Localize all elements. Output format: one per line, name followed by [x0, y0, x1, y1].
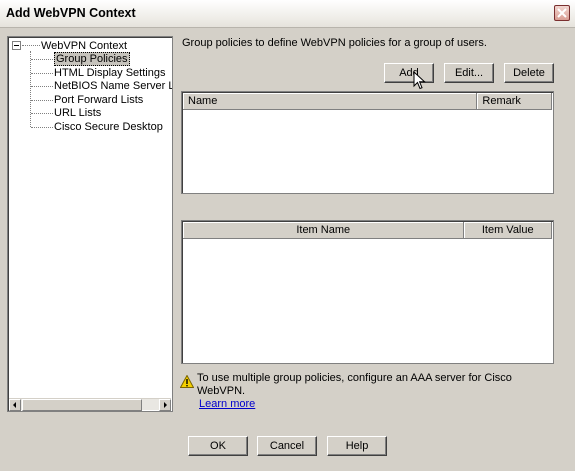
scrollbar-thumb[interactable] [22, 399, 142, 411]
window-title: Add WebVPN Context [6, 6, 136, 20]
tree-item-label: Cisco Secure Desktop [54, 121, 163, 133]
tree-root-label: WebVPN Context [41, 40, 128, 52]
tree-item-label: NetBIOS Name Server Lis [54, 80, 173, 92]
tree-item-html-display-settings[interactable]: HTML Display Settings [54, 67, 165, 80]
arrow-right-icon [164, 402, 167, 408]
warning-text: To use multiple group policies, configur… [197, 372, 512, 397]
horizontal-scrollbar[interactable] [9, 398, 171, 411]
tree-connector [31, 86, 53, 87]
help-button[interactable]: Help [327, 436, 387, 456]
tree-connector [31, 59, 53, 60]
scroll-left-button[interactable] [9, 399, 21, 411]
title-bar: Add WebVPN Context [0, 0, 575, 28]
edit-button[interactable]: Edit... [444, 63, 494, 83]
warning-icon [180, 375, 194, 388]
policy-items-table[interactable]: Item Name Item Value [181, 220, 554, 364]
tree-item-group-policies[interactable]: Group Policies [54, 52, 130, 66]
navigation-tree[interactable]: WebVPN Context Group Policies HTML Displ… [7, 36, 173, 412]
table-header: Item Name Item Value [183, 222, 552, 239]
scroll-right-button[interactable] [159, 399, 171, 411]
mouse-pointer-icon [413, 71, 426, 90]
tree-connector [30, 51, 31, 127]
tree-item-cisco-secure-desktop[interactable]: Cisco Secure Desktop [54, 121, 163, 134]
ok-button[interactable]: OK [188, 436, 248, 456]
arrow-left-icon [13, 402, 16, 408]
tree-item-label: Port Forward Lists [54, 94, 144, 106]
tree-item-url-lists[interactable]: URL Lists [54, 107, 101, 120]
tree-item-label: Group Policies [54, 52, 130, 66]
tree-item-label: HTML Display Settings [54, 67, 166, 79]
tree-item-port-forward-lists[interactable]: Port Forward Lists [54, 94, 143, 107]
delete-button[interactable]: Delete [504, 63, 554, 83]
collapse-toggle-icon[interactable] [12, 41, 21, 50]
cancel-button[interactable]: Cancel [257, 436, 317, 456]
tree-connector [31, 100, 53, 101]
tree-item-label: URL Lists [54, 107, 102, 119]
tree-connector [31, 73, 53, 74]
learn-more-link[interactable]: Learn more [199, 398, 255, 410]
close-button[interactable] [554, 5, 570, 21]
column-header-name[interactable]: Name [183, 93, 478, 110]
column-header-item-name[interactable]: Item Name [183, 222, 465, 239]
panel-description: Group policies to define WebVPN policies… [182, 37, 487, 49]
table-header: Name Remark [183, 93, 552, 110]
column-header-item-value[interactable]: Item Value [464, 222, 552, 239]
column-header-remark[interactable]: Remark [477, 93, 552, 110]
close-icon [557, 8, 567, 18]
tree-connector [22, 45, 40, 46]
group-policies-table[interactable]: Name Remark [181, 91, 554, 194]
tree-item-netbios-name-server-lists[interactable]: NetBIOS Name Server Lis [54, 80, 173, 93]
tree-connector [31, 127, 53, 128]
tree-connector [31, 113, 53, 114]
